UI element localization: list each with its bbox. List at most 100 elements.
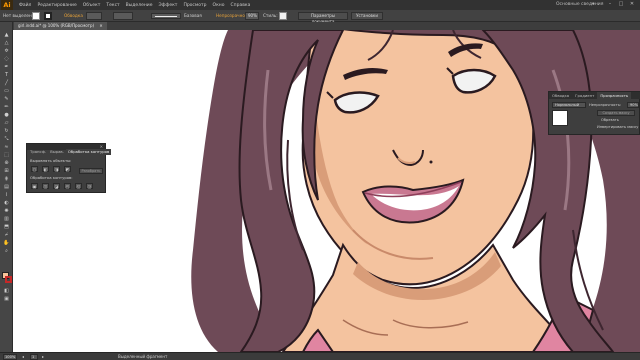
object-thumbnail [552, 110, 568, 126]
menu-edit[interactable]: Редактирование [37, 3, 76, 8]
zoom-field[interactable]: 100% [3, 354, 17, 360]
tab-pathfinder[interactable]: Обработка контуров [65, 149, 112, 155]
magic-wand-tool-icon[interactable]: ✲ [3, 48, 10, 54]
tools-panel: ▲ △ ✲ ◌ ✒ T ╱ ▭ ✎ ✏ ● ▱ ↻ ⤡ ≈ ⬚ ⊕ ⊞ ⋕ ▤ … [0, 22, 13, 352]
outline-button[interactable]: ◱ [75, 183, 82, 189]
line-tool-icon[interactable]: ╱ [3, 80, 10, 86]
chevron-down-icon[interactable]: ▾ [592, 2, 594, 7]
paintbrush-tool-icon[interactable]: ✎ [3, 96, 10, 102]
panel-tabs: Трансф. Вырав. Обработка контуров [28, 149, 112, 155]
trim-button[interactable]: ◫ [42, 183, 49, 189]
artboard-number-field[interactable]: 1 [30, 354, 38, 360]
menu-object[interactable]: Объект [83, 3, 101, 8]
opacity-label: Непрозрачность: [589, 103, 622, 107]
control-bar: Нет выделения Обводка Базовая Непрозрачн… [0, 10, 640, 24]
shape-modes-label: Выровнять объекты: [30, 158, 72, 163]
brush-definition-label[interactable]: Базовая [184, 13, 202, 18]
scale-tool-icon[interactable]: ⤡ [3, 136, 10, 142]
stroke-color-icon[interactable] [5, 276, 12, 283]
artboard-canvas[interactable] [13, 30, 640, 352]
exclude-button[interactable]: ◩ [64, 166, 71, 172]
close-icon[interactable]: ✕ [99, 23, 102, 28]
pathfinder-panel: ✕ Трансф. Вырав. Обработка контуров Выро… [26, 143, 112, 193]
close-icon[interactable]: ✕ [628, 1, 636, 8]
document-tab[interactable]: girl.indd.ai* @ 100% (RGB/Просмотр) ✕ [14, 22, 107, 30]
blob-brush-tool-icon[interactable]: ● [3, 112, 10, 118]
eyedropper-tool-icon[interactable]: ⌇ [3, 192, 10, 198]
unite-button[interactable]: ◻ [31, 166, 38, 172]
divide-button[interactable]: ▣ [31, 183, 38, 189]
zoom-tool-icon[interactable]: ⌕ [3, 248, 10, 254]
screen-mode-icon[interactable]: ▣ [3, 296, 10, 302]
perspective-grid-tool-icon[interactable]: ⊞ [3, 168, 10, 174]
hand-tool-icon[interactable]: ✋ [3, 240, 10, 246]
menu-bar: Ai Файл Редактирование Объект Текст Выде… [0, 0, 640, 10]
menu-effect[interactable]: Эффект [158, 3, 177, 8]
mesh-tool-icon[interactable]: ⋕ [3, 176, 10, 182]
menu-select[interactable]: Выделение [126, 3, 153, 8]
warp-tool-icon[interactable]: ≈ [3, 144, 10, 150]
menu-help[interactable]: Справка [231, 3, 251, 8]
status-info[interactable]: Выделенный фрагмент [118, 354, 167, 359]
previous-artboard-icon[interactable]: ◂ [22, 354, 24, 359]
minus-front-button[interactable]: ◧ [42, 166, 49, 172]
style-label: Стиль: [263, 13, 278, 18]
gradient-tool-icon[interactable]: ▤ [3, 184, 10, 190]
opacity-field[interactable]: 90% [627, 102, 639, 108]
opacity-field[interactable]: 90% [245, 12, 259, 20]
variable-width-dropdown[interactable] [113, 12, 133, 20]
rotate-tool-icon[interactable]: ↻ [3, 128, 10, 134]
free-transform-tool-icon[interactable]: ⬚ [3, 152, 10, 158]
column-graph-tool-icon[interactable]: ▥ [3, 216, 10, 222]
clip-checkbox[interactable]: Обрезать [601, 118, 619, 122]
blend-tool-icon[interactable]: ◐ [3, 200, 10, 206]
tab-align[interactable]: Вырав. [48, 149, 66, 155]
eraser-tool-icon[interactable]: ▱ [3, 120, 10, 126]
pencil-tool-icon[interactable]: ✏ [3, 104, 10, 110]
pen-tool-icon[interactable]: ✒ [3, 64, 10, 70]
drawing-mode-icon[interactable]: ◧ [3, 288, 10, 294]
type-tool-icon[interactable]: T [3, 72, 10, 78]
blend-mode-dropdown[interactable]: Нормальный [552, 102, 586, 108]
stroke-weight-dropdown[interactable] [86, 12, 102, 20]
stroke-swatch[interactable] [44, 12, 52, 20]
artboard-tool-icon[interactable]: ⬒ [3, 224, 10, 230]
maximize-icon[interactable]: □ [617, 1, 625, 8]
rectangle-tool-icon[interactable]: ▭ [3, 88, 10, 94]
merge-button[interactable]: ◪ [53, 183, 60, 189]
transparency-panel: Обводка Градиент Прозрачность Нормальный… [548, 91, 640, 135]
menu-file[interactable]: Файл [19, 3, 31, 8]
tab-gradient[interactable]: Градиент [572, 92, 597, 99]
beauty-mark [429, 160, 433, 164]
selection-tool-icon[interactable]: ▲ [3, 32, 10, 38]
crop-button[interactable]: ◰ [64, 183, 71, 189]
illustration-artwork [13, 30, 640, 352]
stroke-profile-preview[interactable] [151, 13, 181, 19]
lasso-tool-icon[interactable]: ◌ [3, 56, 10, 62]
workspace-switcher[interactable]: Основные сведения [556, 2, 603, 7]
make-mask-button[interactable]: Создать маску [597, 110, 635, 116]
preferences-button[interactable]: Установки [351, 12, 383, 20]
direct-selection-tool-icon[interactable]: △ [3, 40, 10, 46]
tab-stroke[interactable]: Обводка [549, 92, 572, 99]
document-setup-button[interactable]: Параметры документа [298, 12, 348, 24]
next-artboard-icon[interactable]: ▸ [42, 354, 44, 359]
expand-button[interactable]: Разобрать [79, 168, 103, 174]
tab-transform[interactable]: Трансф. [28, 149, 48, 155]
fill-swatch[interactable] [32, 12, 40, 20]
status-bar: 100% ◂ 1 ▸ Выделенный фрагмент [0, 352, 640, 360]
menu-window[interactable]: Окно [213, 3, 225, 8]
tab-transparency[interactable]: Прозрачность [597, 92, 632, 99]
menu-view[interactable]: Просмотр [183, 3, 206, 8]
shape-builder-tool-icon[interactable]: ⊕ [3, 160, 10, 166]
document-title: girl.indd.ai* @ 100% (RGB/Просмотр) [18, 23, 95, 28]
minus-back-button[interactable]: ◲ [86, 183, 93, 189]
graphic-style-swatch[interactable] [279, 12, 287, 20]
invert-mask-checkbox[interactable]: Инвертировать маску [597, 125, 638, 129]
slice-tool-icon[interactable]: ⌿ [3, 232, 10, 238]
minimize-icon[interactable]: – [606, 1, 614, 8]
menu-type[interactable]: Текст [106, 3, 119, 8]
symbol-sprayer-tool-icon[interactable]: ✺ [3, 208, 10, 214]
intersect-button[interactable]: ◨ [53, 166, 60, 172]
stroke-label[interactable]: Обводка [64, 13, 83, 18]
